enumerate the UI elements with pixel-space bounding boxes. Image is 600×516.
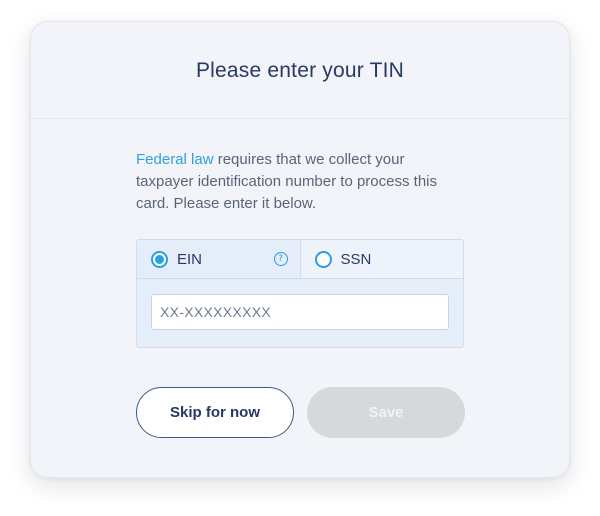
question-circle-icon[interactable]: ? xyxy=(273,252,288,266)
ssn-radio[interactable] xyxy=(314,250,332,268)
tin-type-ein-option[interactable]: EIN ? xyxy=(137,240,301,278)
dialog-title: Please enter your TIN xyxy=(195,59,405,82)
tin-selector-panel: EIN ? SSN xyxy=(136,239,464,348)
ssn-label: SSN xyxy=(340,250,372,268)
skip-for-now-button[interactable]: Skip for now xyxy=(136,387,294,438)
dialog-description: Federal law requires that we collect you… xyxy=(136,149,466,215)
tin-type-tabs: EIN ? SSN xyxy=(137,240,463,279)
tin-type-ssn-option[interactable]: SSN xyxy=(300,240,463,278)
federal-law-link[interactable]: Federal law xyxy=(136,151,214,168)
tin-dialog: Please enter your TIN Federal law requir… xyxy=(30,21,570,478)
save-button[interactable]: Save xyxy=(307,387,465,438)
tin-input[interactable] xyxy=(151,294,449,330)
tin-input-wrapper xyxy=(137,279,463,330)
dialog-header: Please enter your TIN xyxy=(31,22,569,119)
radio-selected-dot xyxy=(155,254,164,264)
ein-label: EIN xyxy=(177,250,203,268)
ein-radio[interactable] xyxy=(151,250,168,268)
